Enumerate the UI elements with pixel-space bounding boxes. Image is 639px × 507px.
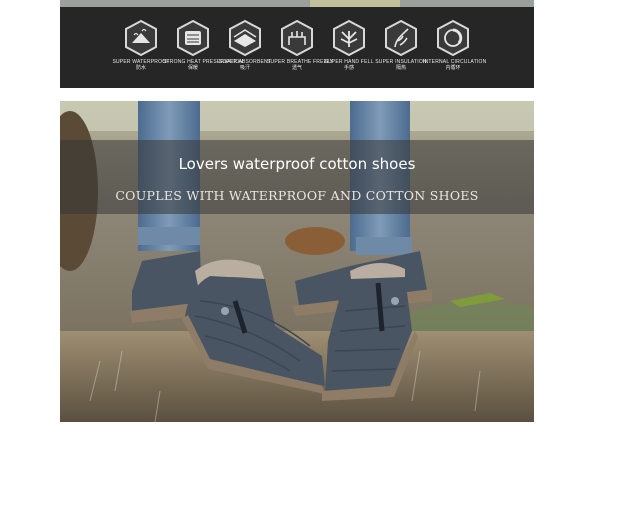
title-banner: Lovers waterproof cotton shoes COUPLES W… <box>60 140 534 214</box>
absorbent-icon <box>226 19 264 57</box>
feature-cn: 手感 <box>343 65 354 71</box>
feature-hand-feel: SUPER HAND FELL 手感 <box>319 19 379 71</box>
waterproof-icon <box>122 19 160 57</box>
feature-insulation: SUPER INSULATION 隔热 <box>371 19 431 71</box>
feature-cn: 保暖 <box>187 65 198 71</box>
heat-preservation-icon <box>174 19 212 57</box>
feature-cn: 吸汗 <box>239 65 250 71</box>
top-image-strip <box>60 0 534 7</box>
feature-waterproof: SUPER WATERPROOF 防水 <box>111 19 171 71</box>
strip-detail <box>310 0 400 7</box>
banner-subtitle: COUPLES WITH WATERPROOF AND COTTON SHOES <box>115 188 479 203</box>
product-photo: Lovers waterproof cotton shoes COUPLES W… <box>60 101 534 422</box>
banner-title: Lovers waterproof cotton shoes <box>178 155 416 173</box>
feature-icon-bar: SUPER WATERPROOF 防水 STRONG HEAT PRESERVA… <box>60 7 534 88</box>
insulation-icon <box>382 19 420 57</box>
feature-breathable: SUPER BREATHE FREELY 透气 <box>267 19 333 71</box>
feature-cn: 隔热 <box>395 65 406 71</box>
feature-cn: 防水 <box>135 65 146 71</box>
feature-absorbent: SUPER ABSORBENT 吸汗 <box>215 19 275 71</box>
feature-cn: 内循环 <box>445 65 461 71</box>
feature-circulation: INTERNAL CIRCULATION 内循环 <box>423 19 486 71</box>
circulation-icon <box>434 19 472 57</box>
hand-feel-icon <box>330 19 368 57</box>
breathable-icon <box>278 19 316 57</box>
feature-heat: STRONG HEAT PRESERVATION 保暖 <box>163 19 243 71</box>
feature-cn: 透气 <box>291 65 302 71</box>
